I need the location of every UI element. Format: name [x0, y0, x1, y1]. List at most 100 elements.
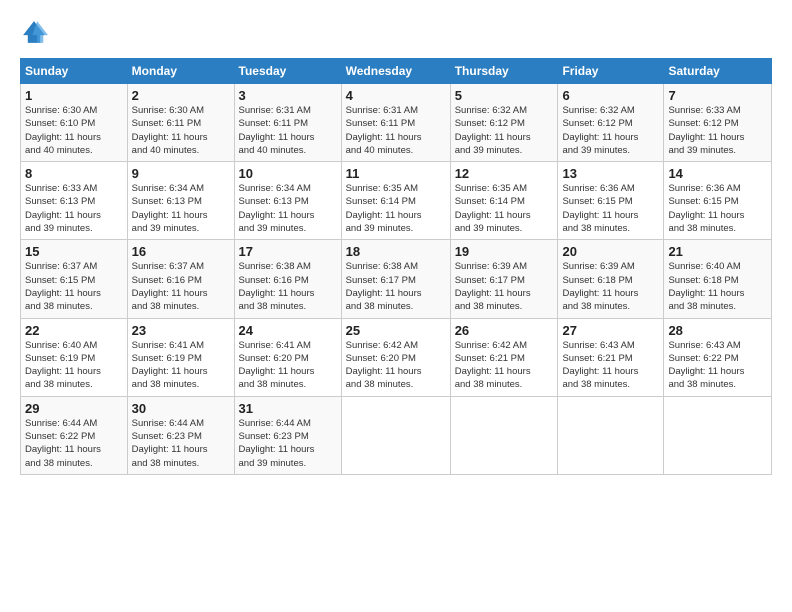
day-info: Sunrise: 6:41 AMSunset: 6:19 PMDaylight:… — [132, 339, 230, 392]
day-info: Sunrise: 6:44 AMSunset: 6:22 PMDaylight:… — [25, 417, 123, 470]
day-number: 12 — [455, 166, 554, 181]
day-info: Sunrise: 6:30 AMSunset: 6:10 PMDaylight:… — [25, 104, 123, 157]
day-info: Sunrise: 6:35 AMSunset: 6:14 PMDaylight:… — [346, 182, 446, 235]
col-header-friday: Friday — [558, 59, 664, 84]
day-info: Sunrise: 6:31 AMSunset: 6:11 PMDaylight:… — [346, 104, 446, 157]
col-header-tuesday: Tuesday — [234, 59, 341, 84]
day-cell — [558, 396, 664, 474]
col-header-saturday: Saturday — [664, 59, 772, 84]
day-cell: 11Sunrise: 6:35 AMSunset: 6:14 PMDayligh… — [341, 162, 450, 240]
header — [20, 18, 772, 46]
col-header-wednesday: Wednesday — [341, 59, 450, 84]
day-cell: 3Sunrise: 6:31 AMSunset: 6:11 PMDaylight… — [234, 84, 341, 162]
day-info: Sunrise: 6:33 AMSunset: 6:13 PMDaylight:… — [25, 182, 123, 235]
day-info: Sunrise: 6:44 AMSunset: 6:23 PMDaylight:… — [132, 417, 230, 470]
day-info: Sunrise: 6:35 AMSunset: 6:14 PMDaylight:… — [455, 182, 554, 235]
day-number: 9 — [132, 166, 230, 181]
day-cell — [664, 396, 772, 474]
day-cell: 14Sunrise: 6:36 AMSunset: 6:15 PMDayligh… — [664, 162, 772, 240]
day-info: Sunrise: 6:44 AMSunset: 6:23 PMDaylight:… — [239, 417, 337, 470]
day-info: Sunrise: 6:43 AMSunset: 6:21 PMDaylight:… — [562, 339, 659, 392]
day-info: Sunrise: 6:40 AMSunset: 6:18 PMDaylight:… — [668, 260, 767, 313]
day-cell — [341, 396, 450, 474]
day-number: 2 — [132, 88, 230, 103]
day-cell: 19Sunrise: 6:39 AMSunset: 6:17 PMDayligh… — [450, 240, 558, 318]
day-cell — [450, 396, 558, 474]
day-info: Sunrise: 6:37 AMSunset: 6:16 PMDaylight:… — [132, 260, 230, 313]
day-cell: 7Sunrise: 6:33 AMSunset: 6:12 PMDaylight… — [664, 84, 772, 162]
day-cell: 21Sunrise: 6:40 AMSunset: 6:18 PMDayligh… — [664, 240, 772, 318]
day-info: Sunrise: 6:41 AMSunset: 6:20 PMDaylight:… — [239, 339, 337, 392]
day-cell: 12Sunrise: 6:35 AMSunset: 6:14 PMDayligh… — [450, 162, 558, 240]
day-info: Sunrise: 6:38 AMSunset: 6:17 PMDaylight:… — [346, 260, 446, 313]
day-cell: 16Sunrise: 6:37 AMSunset: 6:16 PMDayligh… — [127, 240, 234, 318]
day-number: 21 — [668, 244, 767, 259]
day-info: Sunrise: 6:37 AMSunset: 6:15 PMDaylight:… — [25, 260, 123, 313]
day-number: 8 — [25, 166, 123, 181]
day-number: 30 — [132, 401, 230, 416]
day-cell: 18Sunrise: 6:38 AMSunset: 6:17 PMDayligh… — [341, 240, 450, 318]
day-cell: 8Sunrise: 6:33 AMSunset: 6:13 PMDaylight… — [21, 162, 128, 240]
day-info: Sunrise: 6:36 AMSunset: 6:15 PMDaylight:… — [562, 182, 659, 235]
day-cell: 10Sunrise: 6:34 AMSunset: 6:13 PMDayligh… — [234, 162, 341, 240]
day-number: 24 — [239, 323, 337, 338]
week-row-1: 1Sunrise: 6:30 AMSunset: 6:10 PMDaylight… — [21, 84, 772, 162]
day-cell: 29Sunrise: 6:44 AMSunset: 6:22 PMDayligh… — [21, 396, 128, 474]
day-number: 27 — [562, 323, 659, 338]
logo — [20, 18, 52, 46]
day-number: 22 — [25, 323, 123, 338]
day-number: 31 — [239, 401, 337, 416]
day-number: 4 — [346, 88, 446, 103]
day-number: 23 — [132, 323, 230, 338]
day-number: 3 — [239, 88, 337, 103]
day-cell: 20Sunrise: 6:39 AMSunset: 6:18 PMDayligh… — [558, 240, 664, 318]
header-row: SundayMondayTuesdayWednesdayThursdayFrid… — [21, 59, 772, 84]
day-info: Sunrise: 6:34 AMSunset: 6:13 PMDaylight:… — [239, 182, 337, 235]
day-cell: 25Sunrise: 6:42 AMSunset: 6:20 PMDayligh… — [341, 318, 450, 396]
col-header-monday: Monday — [127, 59, 234, 84]
day-number: 17 — [239, 244, 337, 259]
day-info: Sunrise: 6:43 AMSunset: 6:22 PMDaylight:… — [668, 339, 767, 392]
day-info: Sunrise: 6:33 AMSunset: 6:12 PMDaylight:… — [668, 104, 767, 157]
day-cell: 13Sunrise: 6:36 AMSunset: 6:15 PMDayligh… — [558, 162, 664, 240]
day-cell: 27Sunrise: 6:43 AMSunset: 6:21 PMDayligh… — [558, 318, 664, 396]
day-info: Sunrise: 6:34 AMSunset: 6:13 PMDaylight:… — [132, 182, 230, 235]
day-number: 20 — [562, 244, 659, 259]
week-row-3: 15Sunrise: 6:37 AMSunset: 6:15 PMDayligh… — [21, 240, 772, 318]
day-number: 26 — [455, 323, 554, 338]
day-number: 11 — [346, 166, 446, 181]
calendar-table: SundayMondayTuesdayWednesdayThursdayFrid… — [20, 58, 772, 475]
day-cell: 23Sunrise: 6:41 AMSunset: 6:19 PMDayligh… — [127, 318, 234, 396]
day-info: Sunrise: 6:32 AMSunset: 6:12 PMDaylight:… — [455, 104, 554, 157]
day-cell: 15Sunrise: 6:37 AMSunset: 6:15 PMDayligh… — [21, 240, 128, 318]
day-cell: 22Sunrise: 6:40 AMSunset: 6:19 PMDayligh… — [21, 318, 128, 396]
day-number: 1 — [25, 88, 123, 103]
main-container: SundayMondayTuesdayWednesdayThursdayFrid… — [0, 0, 792, 485]
day-cell: 6Sunrise: 6:32 AMSunset: 6:12 PMDaylight… — [558, 84, 664, 162]
day-cell: 24Sunrise: 6:41 AMSunset: 6:20 PMDayligh… — [234, 318, 341, 396]
day-info: Sunrise: 6:38 AMSunset: 6:16 PMDaylight:… — [239, 260, 337, 313]
day-number: 25 — [346, 323, 446, 338]
logo-icon — [20, 18, 48, 46]
day-cell: 2Sunrise: 6:30 AMSunset: 6:11 PMDaylight… — [127, 84, 234, 162]
day-info: Sunrise: 6:42 AMSunset: 6:20 PMDaylight:… — [346, 339, 446, 392]
week-row-5: 29Sunrise: 6:44 AMSunset: 6:22 PMDayligh… — [21, 396, 772, 474]
day-cell: 31Sunrise: 6:44 AMSunset: 6:23 PMDayligh… — [234, 396, 341, 474]
day-info: Sunrise: 6:36 AMSunset: 6:15 PMDaylight:… — [668, 182, 767, 235]
day-cell: 1Sunrise: 6:30 AMSunset: 6:10 PMDaylight… — [21, 84, 128, 162]
day-info: Sunrise: 6:42 AMSunset: 6:21 PMDaylight:… — [455, 339, 554, 392]
col-header-thursday: Thursday — [450, 59, 558, 84]
day-number: 16 — [132, 244, 230, 259]
week-row-4: 22Sunrise: 6:40 AMSunset: 6:19 PMDayligh… — [21, 318, 772, 396]
day-info: Sunrise: 6:30 AMSunset: 6:11 PMDaylight:… — [132, 104, 230, 157]
week-row-2: 8Sunrise: 6:33 AMSunset: 6:13 PMDaylight… — [21, 162, 772, 240]
day-number: 14 — [668, 166, 767, 181]
day-cell: 5Sunrise: 6:32 AMSunset: 6:12 PMDaylight… — [450, 84, 558, 162]
day-cell: 4Sunrise: 6:31 AMSunset: 6:11 PMDaylight… — [341, 84, 450, 162]
day-number: 10 — [239, 166, 337, 181]
day-number: 6 — [562, 88, 659, 103]
day-info: Sunrise: 6:31 AMSunset: 6:11 PMDaylight:… — [239, 104, 337, 157]
day-info: Sunrise: 6:39 AMSunset: 6:18 PMDaylight:… — [562, 260, 659, 313]
day-number: 15 — [25, 244, 123, 259]
day-number: 13 — [562, 166, 659, 181]
